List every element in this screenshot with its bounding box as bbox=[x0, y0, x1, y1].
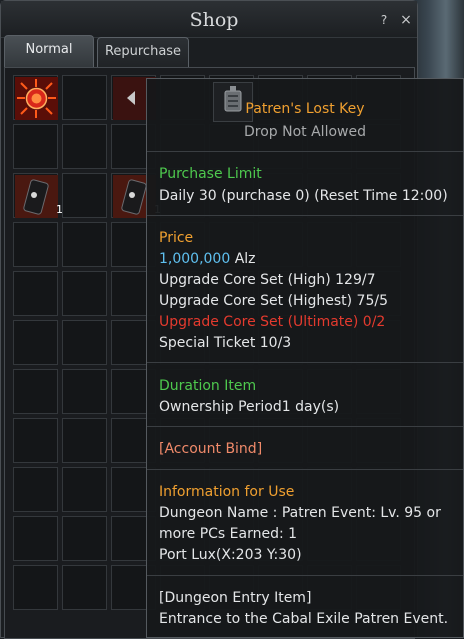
drop-status: Drop Not Allowed bbox=[244, 124, 366, 140]
cost-line: Upgrade Core Set (Ultimate) 0/2 bbox=[159, 314, 386, 330]
usage-line: Dungeon Name : Patren Event: Lv. 95 or bbox=[159, 505, 441, 521]
item-slot[interactable] bbox=[62, 124, 107, 169]
cost-line: Upgrade Core Set (Highest) 75/5 bbox=[159, 293, 388, 309]
divider bbox=[147, 151, 463, 152]
duration-heading: Duration Item bbox=[159, 378, 257, 394]
purchase-limit-heading: Purchase Limit bbox=[159, 166, 262, 182]
help-button[interactable]: ? bbox=[377, 12, 391, 28]
divider bbox=[147, 575, 463, 576]
red-orb-icon bbox=[15, 77, 58, 120]
item-slot[interactable] bbox=[13, 418, 58, 463]
title-bar[interactable]: Shop ? × bbox=[1, 1, 417, 38]
item-slot[interactable] bbox=[62, 467, 107, 512]
item-slot[interactable] bbox=[62, 516, 107, 561]
usage-line: Port Lux(X:203 Y:30) bbox=[159, 547, 302, 563]
window-title: Shop bbox=[189, 9, 239, 31]
divider bbox=[147, 469, 463, 470]
usage-heading: Information for Use bbox=[159, 484, 295, 500]
alz-amount: 1,000,000 bbox=[159, 251, 231, 267]
account-bind: [Account Bind] bbox=[159, 441, 263, 457]
item-slot[interactable] bbox=[62, 271, 107, 316]
item-slot[interactable] bbox=[13, 369, 58, 414]
item-slot[interactable] bbox=[13, 271, 58, 316]
entry-line: [Dungeon Entry Item] bbox=[159, 590, 312, 606]
item-tooltip: Patren's Lost Key Drop Not Allowed Purch… bbox=[146, 78, 464, 638]
item-slot[interactable] bbox=[62, 75, 107, 120]
item-slot[interactable] bbox=[13, 320, 58, 365]
tab-bar: Normal Repurchase bbox=[1, 35, 417, 69]
tab-repurchase[interactable]: Repurchase bbox=[97, 37, 189, 67]
cost-line: Special Ticket 10/3 bbox=[159, 335, 292, 351]
item-slot[interactable]: 1 bbox=[13, 173, 63, 218]
close-button[interactable]: × bbox=[399, 12, 413, 28]
duration-detail: Ownership Period1 day(s) bbox=[159, 399, 340, 415]
item-slot[interactable] bbox=[13, 222, 58, 267]
price-heading: Price bbox=[159, 230, 194, 246]
item-slot[interactable] bbox=[62, 222, 107, 267]
alz-unit: Alz bbox=[230, 251, 256, 267]
item-slot[interactable] bbox=[62, 173, 107, 218]
item-slot[interactable] bbox=[62, 369, 107, 414]
item-slot[interactable] bbox=[13, 516, 58, 561]
item-name: Patren's Lost Key bbox=[245, 101, 365, 117]
item-slot[interactable] bbox=[13, 124, 58, 169]
price-alz: 1,000,000 Alz bbox=[159, 251, 256, 267]
entry-line: Entrance to the Cabal Exile Patren Event… bbox=[159, 611, 449, 627]
item-slot[interactable] bbox=[62, 418, 107, 463]
purchase-limit-detail: Daily 30 (purchase 0) (Reset Time 12:00) bbox=[159, 188, 448, 204]
item-slot[interactable] bbox=[13, 75, 58, 120]
divider bbox=[147, 426, 463, 427]
item-slot[interactable] bbox=[62, 320, 107, 365]
item-slot[interactable] bbox=[62, 565, 107, 610]
divider bbox=[147, 362, 463, 363]
item-slot[interactable] bbox=[13, 565, 58, 610]
item-slot[interactable] bbox=[13, 467, 58, 512]
cost-line: Upgrade Core Set (High) 129/7 bbox=[159, 272, 376, 288]
tab-normal[interactable]: Normal bbox=[4, 35, 94, 67]
dark-scroll-icon bbox=[15, 175, 58, 218]
divider bbox=[147, 215, 463, 216]
usage-line: more PCs Earned: 1 bbox=[159, 526, 298, 542]
